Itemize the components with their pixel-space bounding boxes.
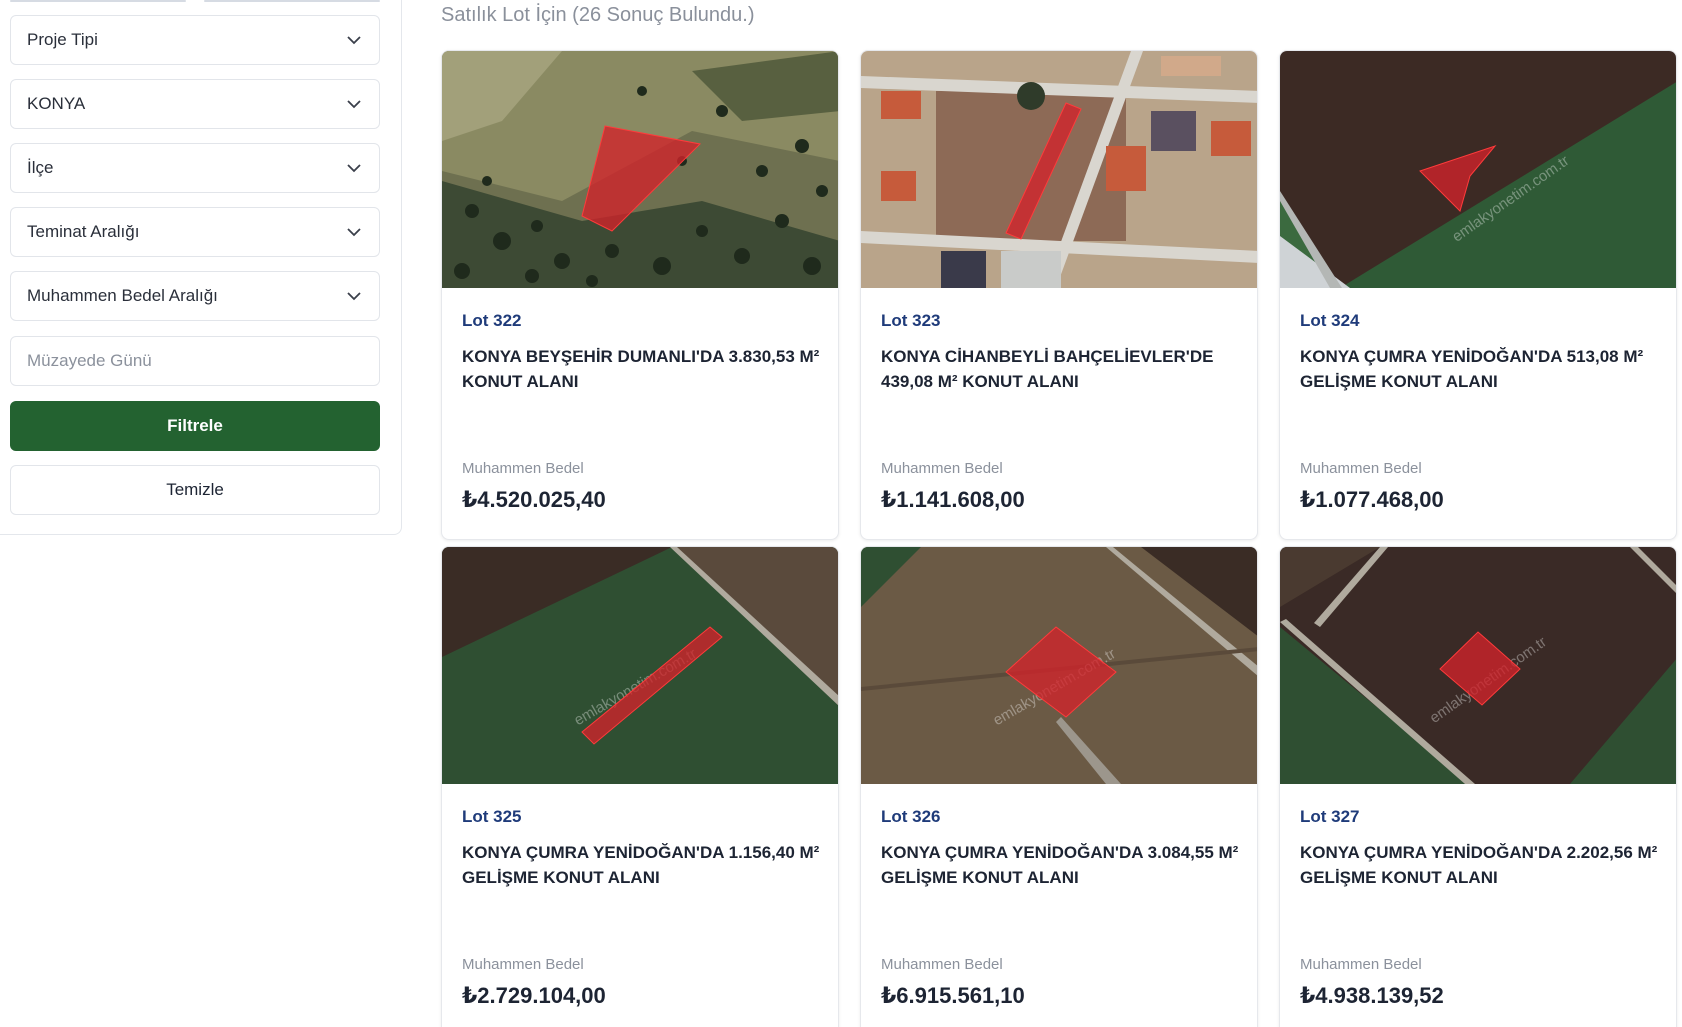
price-label: Muhammen Bedel [462,956,584,973]
district-select[interactable]: İlçe [10,143,380,193]
filter-sidebar: Proje Tipi KONYA İlçe Teminat Aralığı Mu [0,0,402,535]
city-label: KONYA [27,94,86,113]
lot-card[interactable]: emlakyonetim.com.tr Lot 324 KONYA ÇUMRA … [1279,50,1677,540]
lot-satellite-image [861,51,1257,288]
price-label: Muhammen Bedel [1300,956,1422,973]
lot-number: Lot 323 [881,311,941,330]
lot-card[interactable]: emlakyonetim.com.tr Lot 325 KONYA ÇUMRA … [441,546,839,1027]
chevron-down-icon [345,159,363,177]
results-count-title: Satılık Lot İçin (26 Sonuç Bulundu.) [441,4,755,26]
estimated-value-range-select[interactable]: Muhammen Bedel Aralığı [10,271,380,321]
lot-satellite-image: emlakyonetim.com.tr [1280,51,1676,288]
clear-button[interactable]: Temizle [10,465,380,515]
lot-price: ₺1.141.608,00 [881,487,1025,512]
lot-price: ₺2.729.104,00 [462,983,606,1008]
chevron-down-icon [345,223,363,241]
lot-card[interactable]: Lot 323 KONYA CİHANBEYLİ BAHÇELİEVLER'DE… [860,50,1258,540]
lot-satellite-image [442,51,838,288]
auction-day-field[interactable] [10,336,380,386]
chevron-down-icon [345,95,363,113]
lot-number: Lot 326 [881,807,941,826]
lot-number: Lot 325 [462,807,522,826]
lot-card[interactable]: Lot 322 KONYA BEYŞEHİR DUMANLI'DA 3.830,… [441,50,839,540]
price-label: Muhammen Bedel [881,956,1003,973]
lot-satellite-image: emlakyonetim.com.tr [861,547,1257,784]
lot-price: ₺4.938.139,52 [1300,983,1444,1008]
district-label: İlçe [27,158,54,177]
auction-day-input[interactable] [27,351,363,371]
lot-title[interactable]: KONYA ÇUMRA YENİDOĞAN'DA 513,08 M² GELİŞ… [1300,344,1666,394]
lot-price: ₺4.520.025,40 [462,487,606,512]
price-label: Muhammen Bedel [881,460,1003,477]
chevron-down-icon [345,287,363,305]
chevron-down-icon [345,31,363,49]
lot-title[interactable]: KONYA CİHANBEYLİ BAHÇELİEVLER'DE 439,08 … [881,344,1247,394]
estimated-value-range-label: Muhammen Bedel Aralığı [27,286,218,305]
guarantee-range-select[interactable]: Teminat Aralığı [10,207,380,257]
project-type-select[interactable]: Proje Tipi [10,15,380,65]
price-label: Muhammen Bedel [462,460,584,477]
lot-number: Lot 324 [1300,311,1360,330]
filter-button[interactable]: Filtrele [10,401,380,451]
lot-title[interactable]: KONYA ÇUMRA YENİDOĞAN'DA 2.202,56 M² GEL… [1300,840,1666,890]
lot-title[interactable]: KONYA ÇUMRA YENİDOĞAN'DA 3.084,55 M² GEL… [881,840,1247,890]
project-type-label: Proje Tipi [27,30,98,49]
guarantee-range-label: Teminat Aralığı [27,222,140,241]
page: Proje Tipi KONYA İlçe Teminat Aralığı Mu [0,0,1682,1027]
city-select[interactable]: KONYA [10,79,380,129]
lot-card[interactable]: emlakyonetim.com.tr Lot 327 KONYA ÇUMRA … [1279,546,1677,1027]
lot-title[interactable]: KONYA ÇUMRA YENİDOĞAN'DA 1.156,40 M² GEL… [462,840,828,890]
lot-title[interactable]: KONYA BEYŞEHİR DUMANLI'DA 3.830,53 M² KO… [462,344,828,394]
lot-price: ₺6.915.561,10 [881,983,1025,1008]
lot-satellite-image: emlakyonetim.com.tr [1280,547,1676,784]
lot-number: Lot 327 [1300,807,1360,826]
lot-price: ₺1.077.468,00 [1300,487,1444,512]
sidebar-top-tabs [10,0,380,4]
lot-number: Lot 322 [462,311,522,330]
price-label: Muhammen Bedel [1300,460,1422,477]
lot-card[interactable]: emlakyonetim.com.tr Lot 326 KONYA ÇUMRA … [860,546,1258,1027]
lot-satellite-image: emlakyonetim.com.tr [442,547,838,784]
